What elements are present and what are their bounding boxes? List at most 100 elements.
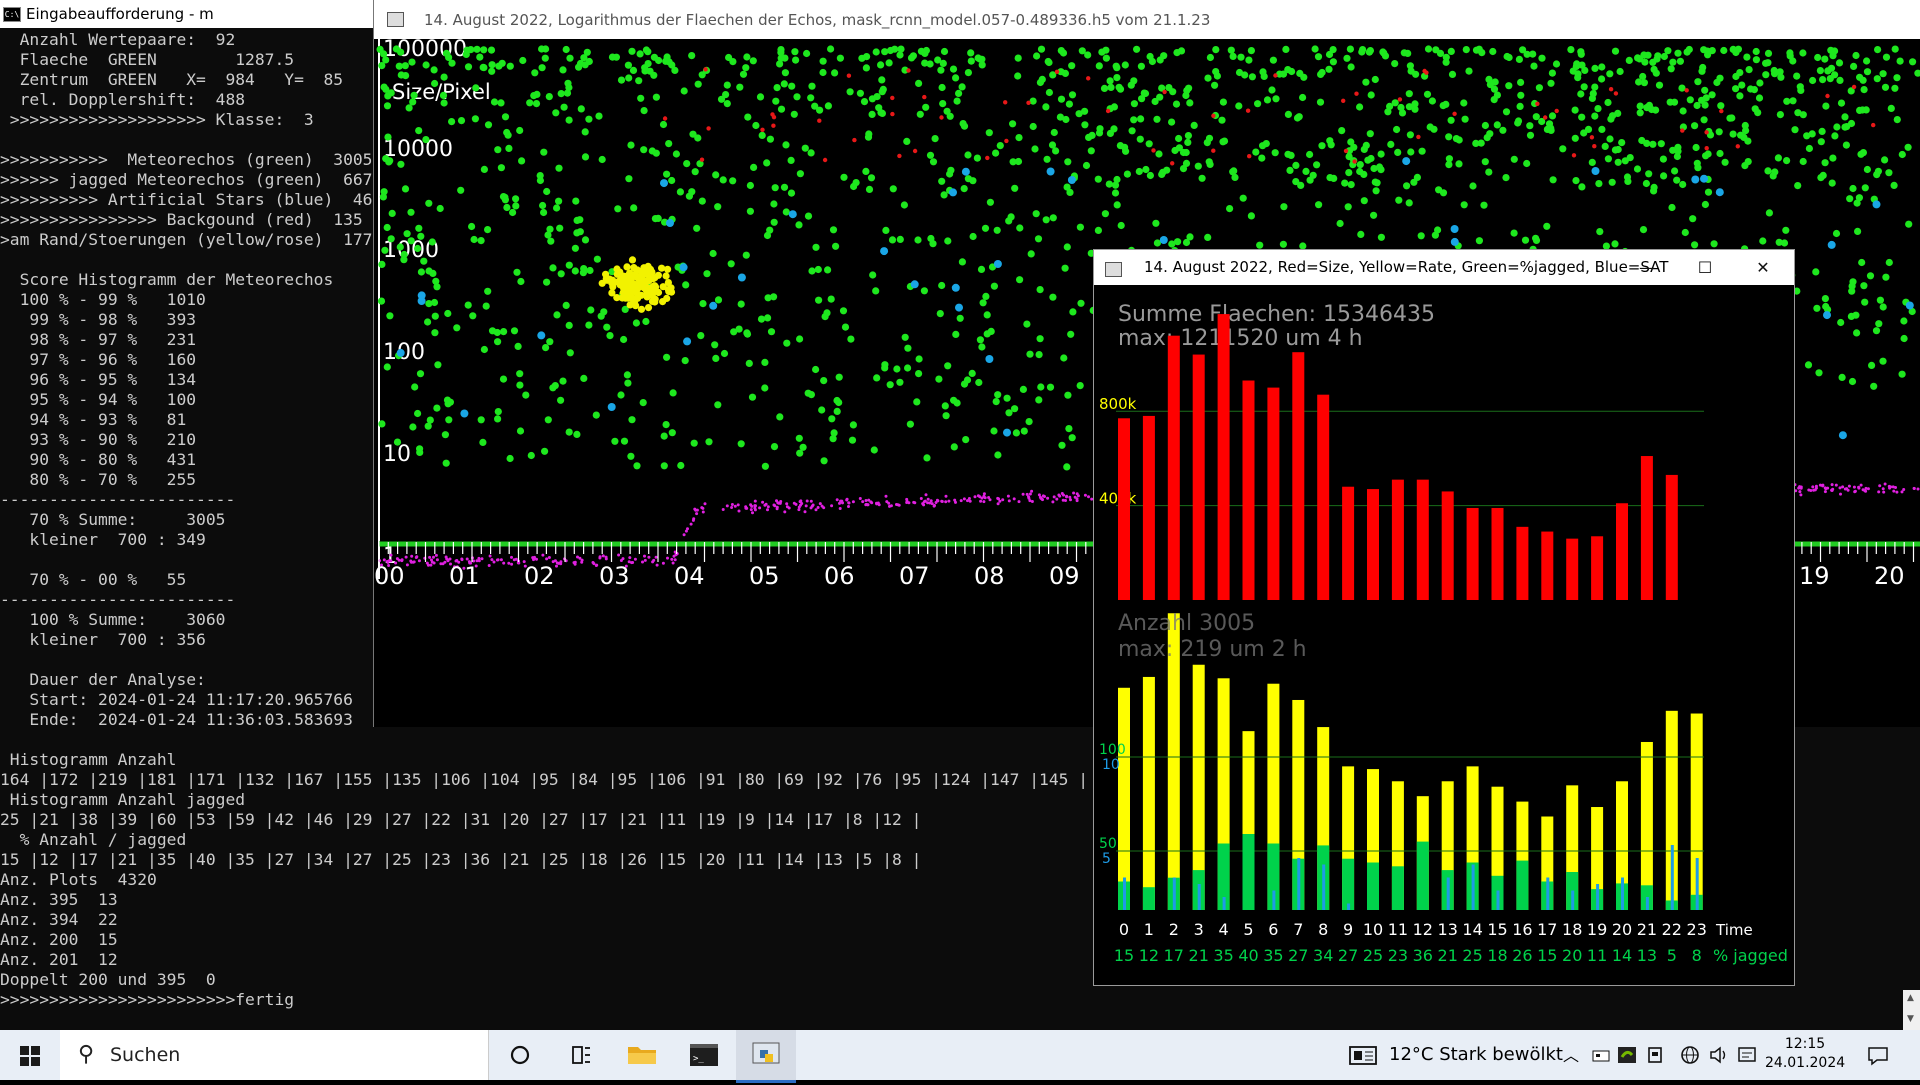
network-drive-icon[interactable]	[1591, 1046, 1611, 1066]
meteor-echo-point	[1584, 125, 1593, 133]
meteor-echo-point	[981, 224, 990, 232]
meteor-echo-point	[409, 423, 417, 431]
background-point	[822, 157, 828, 163]
meteor-echo-point	[1152, 219, 1160, 227]
noise-point	[764, 502, 768, 506]
noise-point	[1041, 498, 1044, 502]
disturbance-point	[644, 304, 653, 312]
task-view-button[interactable]	[550, 1030, 610, 1080]
meteor-echo-point	[1857, 150, 1865, 158]
meteor-echo-point	[1793, 72, 1801, 80]
meteor-echo-point	[1033, 52, 1041, 60]
x-tick-label: 02	[524, 562, 555, 590]
noise-point	[1811, 485, 1815, 489]
meteor-echo-point	[1235, 68, 1244, 77]
close-button[interactable]: ✕	[1734, 250, 1792, 285]
meteor-echo-point	[897, 45, 905, 53]
meteor-echo-point	[518, 157, 526, 165]
notifications-icon[interactable]	[1866, 1045, 1890, 1067]
globe-icon[interactable]	[1680, 1045, 1700, 1065]
meteor-echo-point	[531, 69, 539, 77]
meteor-echo-point	[1311, 45, 1319, 53]
meteor-echo-point	[585, 321, 593, 329]
noise-point	[1846, 488, 1850, 492]
python-app-button[interactable]	[736, 1030, 796, 1083]
weather-text[interactable]: 12°C Stark bewölkt	[1389, 1044, 1563, 1065]
meteor-echo-point	[1461, 115, 1469, 123]
x-tick-label: 00	[374, 562, 405, 590]
noise-point	[412, 560, 416, 564]
plot1-titlebar[interactable]: 14. August 2022, Logarithmus der Flaeche…	[374, 0, 1920, 39]
search-box[interactable]: ⚲ Suchen	[60, 1030, 489, 1080]
nvidia-icon[interactable]	[1617, 1045, 1637, 1065]
noise-point	[1883, 482, 1887, 486]
cortana-button[interactable]	[490, 1030, 550, 1080]
meteor-echo-point	[557, 396, 565, 404]
start-button[interactable]	[0, 1030, 60, 1080]
terminal-button[interactable]: >_	[674, 1030, 734, 1080]
meteor-echo-point	[680, 87, 688, 95]
meteor-echo-point	[1523, 50, 1531, 58]
meteor-echo-point	[1666, 98, 1674, 106]
background-point	[1354, 91, 1359, 96]
disturbance-point	[658, 264, 666, 272]
meteor-echo-point	[776, 60, 784, 68]
noise-point	[628, 556, 632, 560]
noise-point	[1037, 493, 1041, 497]
meteor-echo-point	[830, 429, 838, 437]
chevron-up-icon[interactable]: ︿	[1563, 1042, 1579, 1066]
summe-label: Summe Flaechen: 15346435	[1118, 302, 1435, 327]
meteor-echo-point	[617, 76, 626, 84]
meteor-echo-point	[1486, 81, 1494, 89]
noise-point	[490, 558, 494, 562]
meteor-echo-point	[1380, 49, 1388, 57]
background-point	[1170, 161, 1175, 166]
meteor-echo-point	[1252, 148, 1260, 156]
clock-date: 24.01.2024	[1765, 1055, 1846, 1071]
input-indicator-icon[interactable]	[1737, 1045, 1757, 1065]
plot2-titlebar[interactable]: 14. August 2022, Red=Size, Yellow=Rate, …	[1094, 250, 1794, 285]
background-point	[1825, 93, 1830, 99]
clock[interactable]: 12:15 24.01.2024	[1765, 1035, 1845, 1073]
meteor-echo-point	[1076, 382, 1084, 390]
meteor-echo-point	[1914, 69, 1920, 77]
meteor-echo-point	[827, 295, 835, 303]
meteor-echo-point	[1618, 139, 1626, 147]
hour-label: 3	[1194, 920, 1204, 939]
jagged-value-label: 15	[1537, 946, 1557, 965]
scroll-up-icon[interactable]: ▲	[1907, 993, 1914, 1003]
meteor-echo-point	[833, 396, 841, 405]
meteor-echo-point	[1015, 134, 1023, 142]
console-scrollbar[interactable]: ▲ ▼	[1903, 990, 1920, 1030]
maximize-button[interactable]: ☐	[1676, 250, 1734, 285]
meteor-echo-point	[812, 365, 820, 374]
noise-point	[1006, 494, 1010, 498]
speaker-icon[interactable]	[1708, 1045, 1730, 1065]
meteor-echo-point	[1716, 149, 1724, 158]
meteor-echo-point	[378, 420, 386, 428]
artificial-star-point	[1046, 167, 1055, 176]
meteor-echo-point	[617, 391, 625, 399]
size-bar	[1566, 538, 1579, 600]
meteor-echo-point	[1814, 53, 1822, 62]
hourly-stats-window[interactable]: 14. August 2022, Red=Size, Yellow=Rate, …	[1093, 249, 1795, 986]
meteor-echo-point	[1490, 96, 1498, 104]
meteor-echo-point	[1268, 86, 1276, 94]
meteor-echo-point	[405, 104, 413, 112]
meteor-echo-point	[1194, 162, 1202, 170]
jagged-value-label: 13	[1637, 946, 1657, 965]
news-widget[interactable]	[1346, 1030, 1380, 1080]
file-explorer-button[interactable]	[612, 1030, 672, 1080]
meteor-echo-point	[872, 287, 880, 295]
console-titlebar[interactable]: C:\ Eingabeaufforderung - m	[0, 0, 380, 28]
meteor-echo-point	[770, 218, 778, 226]
background-point	[1004, 138, 1009, 144]
minimize-button[interactable]: —	[1618, 250, 1676, 285]
device-icon[interactable]	[1645, 1045, 1665, 1065]
meteor-echo-point	[833, 407, 841, 415]
noise-point	[998, 499, 1002, 503]
meteor-echo-point	[950, 396, 958, 404]
meteor-echo-point	[977, 265, 986, 273]
scroll-down-icon[interactable]: ▼	[1907, 1014, 1914, 1024]
size-bar	[1317, 394, 1330, 600]
